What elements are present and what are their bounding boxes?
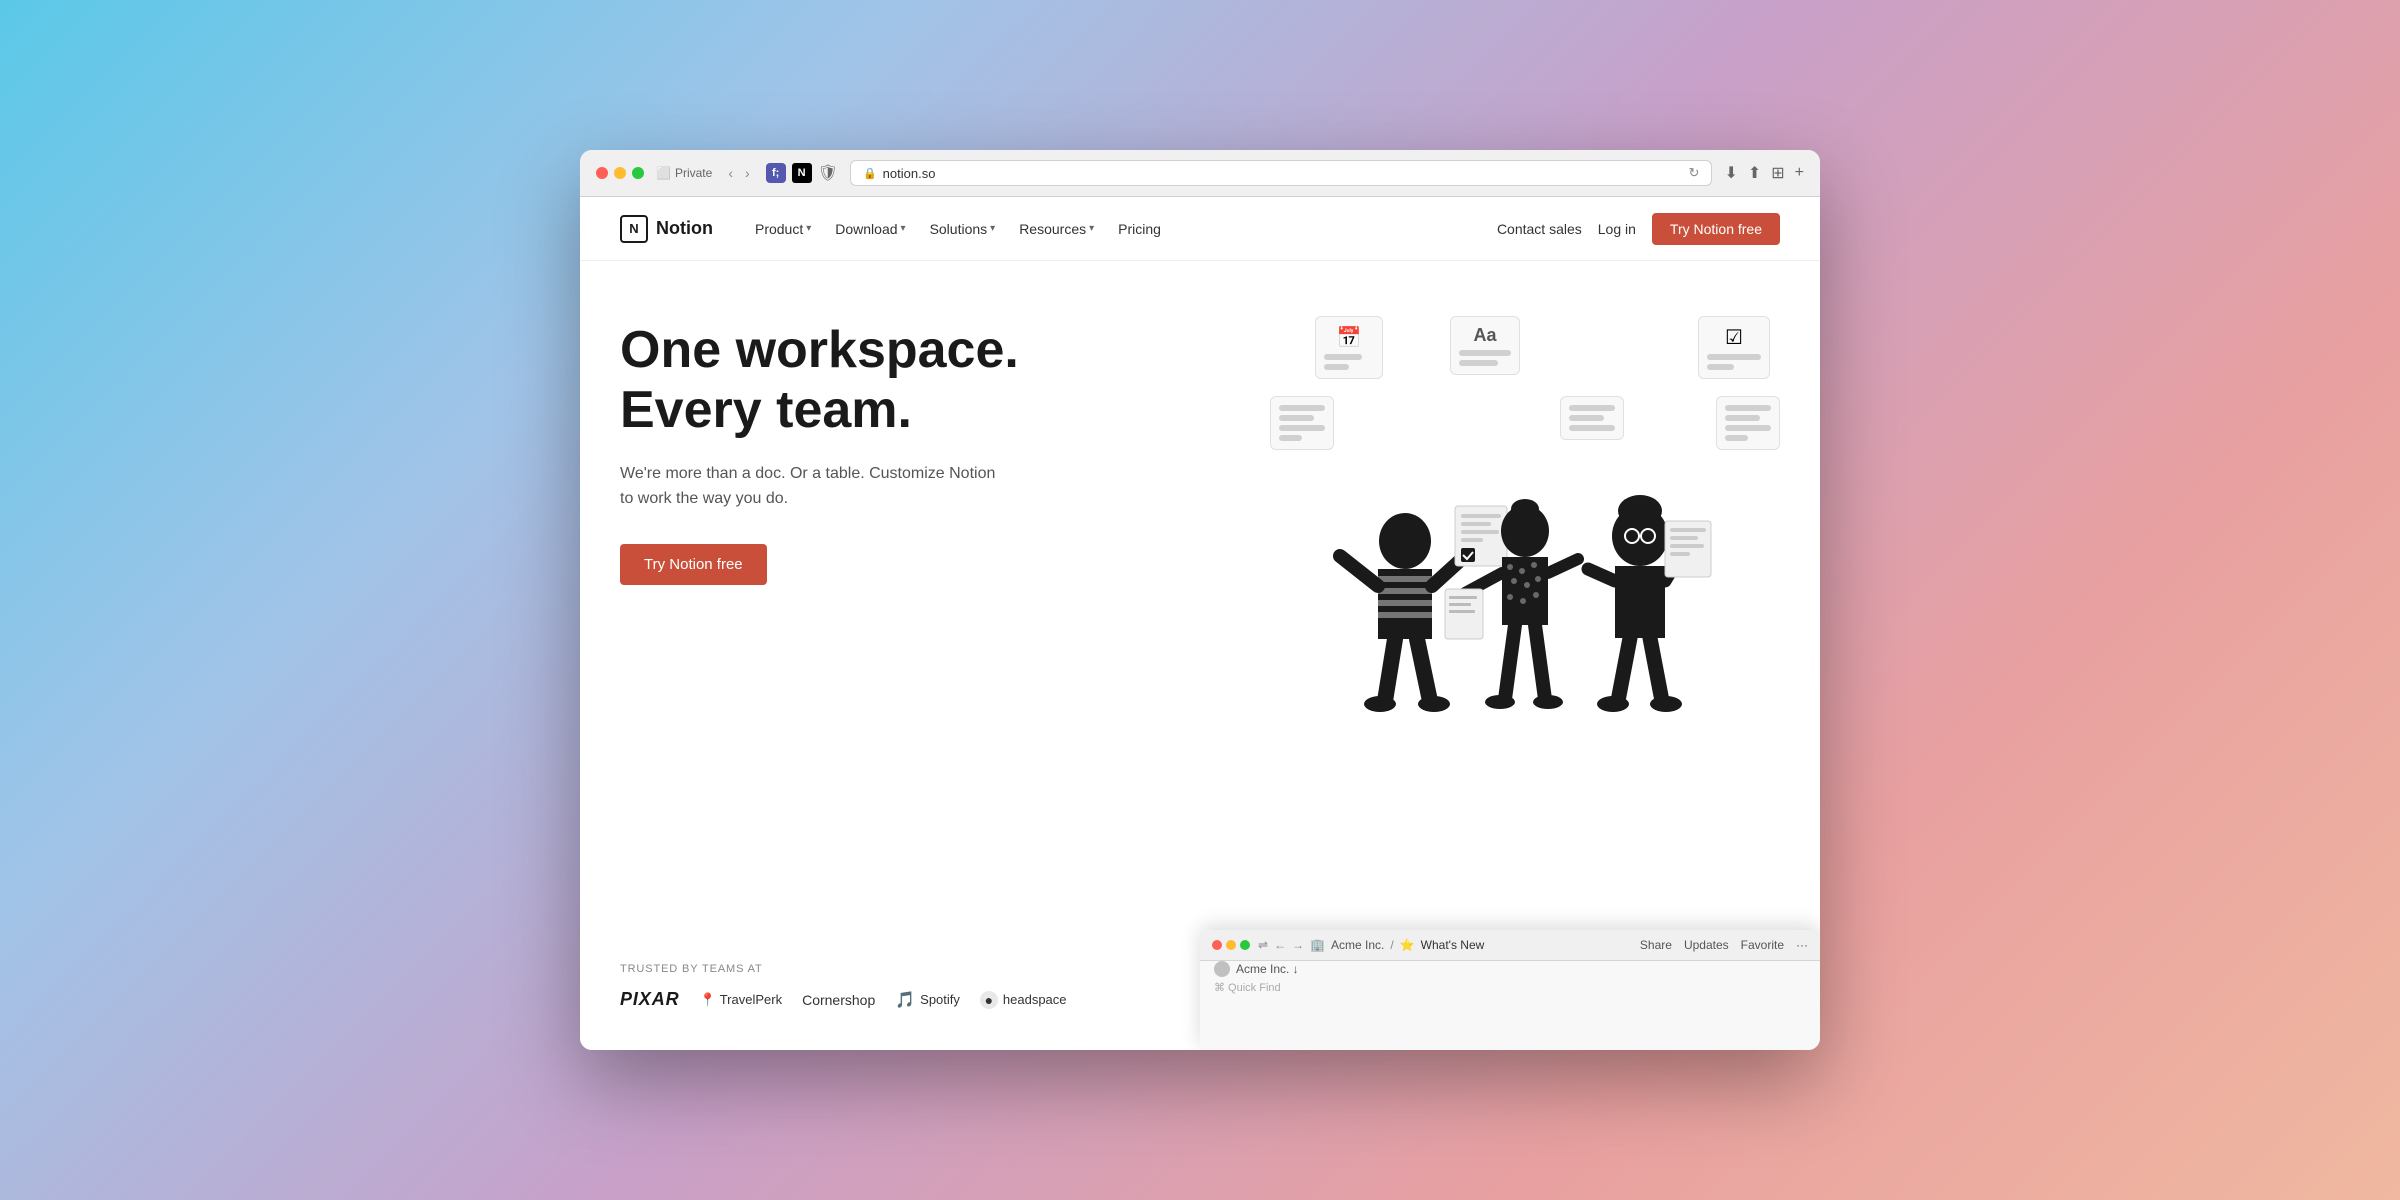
doc-card-2 xyxy=(1560,396,1624,440)
traffic-light-yellow[interactable] xyxy=(614,167,626,179)
lock-icon: 🔒 xyxy=(863,167,877,180)
notion-logo-text: Notion xyxy=(656,218,713,239)
product-chevron-icon: ▾ xyxy=(806,223,811,234)
browser-extensions: f; N 🛡 xyxy=(766,163,838,183)
hero-section: One workspace. Every team. We're more th… xyxy=(580,261,1820,1050)
nav-item-pricing[interactable]: Pricing xyxy=(1108,215,1171,243)
download-chevron-icon: ▾ xyxy=(901,223,906,234)
bottom-tl-red xyxy=(1212,940,1222,950)
traffic-light-green[interactable] xyxy=(632,167,644,179)
hero-cta-button[interactable]: Try Notion free xyxy=(620,544,767,585)
bottom-browser-body: Acme Inc. ↓ ⌘ Quick Find xyxy=(1200,961,1820,994)
bottom-browser-actions: Share Updates Favorite ··· xyxy=(1640,938,1808,952)
nav-item-resources[interactable]: Resources ▾ xyxy=(1009,215,1104,243)
bottom-org-label: Acme Inc. ↓ xyxy=(1236,962,1299,976)
nav-links: Product ▾ Download ▾ Solutions ▾ Resourc… xyxy=(745,215,1497,243)
text-card: Aa xyxy=(1450,316,1520,375)
share-browser-icon[interactable]: ⬆ xyxy=(1748,163,1761,183)
calendar-card: 📅 xyxy=(1315,316,1383,379)
checkbox-card: ☑ xyxy=(1698,316,1770,379)
bottom-quick-find[interactable]: ⌘ Quick Find xyxy=(1214,981,1806,994)
private-label: Private xyxy=(675,166,712,180)
bottom-browser-nav: ⇌ ← → 🏢 Acme Inc. / ⭐ What's New xyxy=(1258,938,1484,952)
travelperk-logo: 📍 TravelPerk xyxy=(700,992,783,1008)
resources-chevron-icon: ▾ xyxy=(1089,223,1094,234)
bottom-traffic-lights xyxy=(1212,940,1250,950)
people-illustration xyxy=(1310,441,1730,801)
browser-chrome: ⬜ Private ‹ › f; N 🛡 🔒 notion.so ↻ ⬇ ⬆ ⊞… xyxy=(580,150,1820,197)
bottom-tl-yellow xyxy=(1226,940,1236,950)
browser-private-indicator: ⬜ Private xyxy=(656,166,712,180)
ff-extension-icon[interactable]: f; xyxy=(766,163,786,183)
headspace-logo: ● headspace xyxy=(980,991,1067,1009)
solutions-chevron-icon: ▾ xyxy=(990,223,995,234)
nav-item-product[interactable]: Product ▾ xyxy=(745,215,821,243)
notion-logo-icon: N xyxy=(620,215,648,243)
trusted-logos: PIXAR 📍 TravelPerk Cornershop 🎵 Spotify … xyxy=(620,989,1140,1010)
traffic-lights xyxy=(596,167,644,179)
bottom-breadcrumb-page: What's New xyxy=(1421,938,1485,952)
hero-subtext: We're more than a doc. Or a table. Custo… xyxy=(620,461,1000,512)
hero-illustration: 📅 Aa ☑ xyxy=(1260,301,1780,801)
contact-sales-link[interactable]: Contact sales xyxy=(1497,221,1582,237)
url-text: notion.so xyxy=(883,166,936,181)
bottom-expand-icon: ⇌ xyxy=(1258,938,1268,952)
bottom-favorite-action[interactable]: Favorite xyxy=(1741,938,1784,952)
document-1 xyxy=(1455,506,1507,566)
hero-headline: One workspace. Every team. xyxy=(620,321,1140,441)
bottom-breadcrumb-emoji2: ⭐ xyxy=(1400,938,1415,952)
nav-right: Contact sales Log in Try Notion free xyxy=(1497,213,1780,245)
forward-arrow[interactable]: › xyxy=(741,163,754,183)
trusted-label: TRUSTED BY TEAMS AT xyxy=(620,963,1140,975)
travelperk-icon: 📍 xyxy=(700,992,716,1008)
navbar: N Notion Product ▾ Download ▾ Solutions … xyxy=(580,197,1820,261)
spotify-icon: 🎵 xyxy=(895,990,915,1010)
nav-item-solutions[interactable]: Solutions ▾ xyxy=(920,215,1006,243)
notion-page: N Notion Product ▾ Download ▾ Solutions … xyxy=(580,197,1820,1050)
bottom-back-icon: ← xyxy=(1274,938,1286,952)
person-3 xyxy=(1588,495,1711,712)
bottom-browser-overlay: ⇌ ← → 🏢 Acme Inc. / ⭐ What's New Share U… xyxy=(1200,930,1820,1050)
bottom-updates-action[interactable]: Updates xyxy=(1684,938,1729,952)
bottom-browser-chrome: ⇌ ← → 🏢 Acme Inc. / ⭐ What's New Share U… xyxy=(1200,930,1820,961)
bottom-tl-green xyxy=(1240,940,1250,950)
browser-nav-arrows: ‹ › xyxy=(724,163,753,183)
private-icon: ⬜ xyxy=(656,166,671,180)
notion-extension-icon[interactable]: N xyxy=(792,163,812,183)
login-link[interactable]: Log in xyxy=(1598,221,1636,237)
bottom-share-action[interactable]: Share xyxy=(1640,938,1672,952)
bottom-breadcrumb-org: Acme Inc. xyxy=(1331,938,1384,952)
tabs-browser-icon[interactable]: ⊞ xyxy=(1771,163,1784,183)
pixar-logo: PIXAR xyxy=(620,989,680,1010)
address-bar[interactable]: 🔒 notion.so ↻ xyxy=(850,160,1712,186)
nav-item-download[interactable]: Download ▾ xyxy=(825,215,915,243)
browser-actions: ⬇ ⬆ ⊞ + xyxy=(1724,163,1804,183)
cornershop-logo: Cornershop xyxy=(802,992,875,1008)
bottom-org-icon: 🏢 xyxy=(1310,938,1325,952)
try-notion-free-button[interactable]: Try Notion free xyxy=(1652,213,1780,245)
shield-extension-icon[interactable]: 🛡 xyxy=(818,163,838,183)
headspace-icon: ● xyxy=(980,991,998,1009)
bottom-breadcrumb-sep: / xyxy=(1390,938,1393,952)
bottom-avatar xyxy=(1214,961,1230,977)
bottom-avatar-row: Acme Inc. ↓ xyxy=(1214,961,1806,977)
reload-icon[interactable]: ↻ xyxy=(1689,165,1700,181)
back-arrow[interactable]: ‹ xyxy=(724,163,737,183)
spotify-logo: 🎵 Spotify xyxy=(895,990,960,1010)
download-browser-icon[interactable]: ⬇ xyxy=(1724,163,1737,183)
add-tab-icon[interactable]: + xyxy=(1795,164,1804,182)
notion-logo[interactable]: N Notion xyxy=(620,215,713,243)
hero-left-content: One workspace. Every team. We're more th… xyxy=(620,321,1140,1010)
bottom-forward-icon: → xyxy=(1292,938,1304,952)
traffic-light-red[interactable] xyxy=(596,167,608,179)
trusted-section: TRUSTED BY TEAMS AT PIXAR 📍 TravelPerk C… xyxy=(620,963,1140,1010)
browser-window: ⬜ Private ‹ › f; N 🛡 🔒 notion.so ↻ ⬇ ⬆ ⊞… xyxy=(580,150,1820,1050)
bottom-more-action[interactable]: ··· xyxy=(1796,938,1808,952)
